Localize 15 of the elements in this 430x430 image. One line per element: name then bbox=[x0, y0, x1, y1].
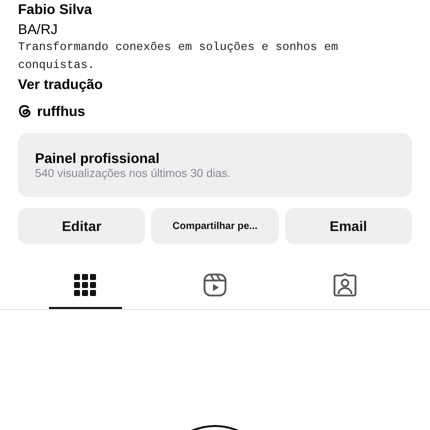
grid-icon bbox=[74, 274, 96, 296]
profile-action-button[interactable]: Compartilhar pe... bbox=[151, 208, 279, 244]
reels-icon bbox=[203, 272, 227, 296]
profile-bio: Transformando conexões em soluções e sonhos em conquistas. bbox=[18, 40, 340, 74]
person-tag-icon bbox=[333, 272, 357, 296]
threads-handle[interactable]: ruffhus bbox=[37, 103, 86, 119]
profile-name: Fabio Silva bbox=[18, 0, 92, 18]
dashboard-card[interactable]: Painel profissional 540 visualizações nos últimos 30 dias. bbox=[18, 133, 412, 197]
dashboard-stats: 540 visualizações nos últimos 30 dias. bbox=[35, 167, 231, 181]
profile-action-button[interactable]: Editar bbox=[18, 208, 146, 244]
translate-link[interactable]: Ver tradução bbox=[18, 75, 103, 93]
profile-category: BA/RJ bbox=[18, 20, 58, 39]
threads-icon[interactable] bbox=[18, 104, 32, 118]
dashboard-title: Painel profissional bbox=[35, 150, 160, 167]
profile-action-button[interactable]: Email bbox=[284, 208, 412, 244]
